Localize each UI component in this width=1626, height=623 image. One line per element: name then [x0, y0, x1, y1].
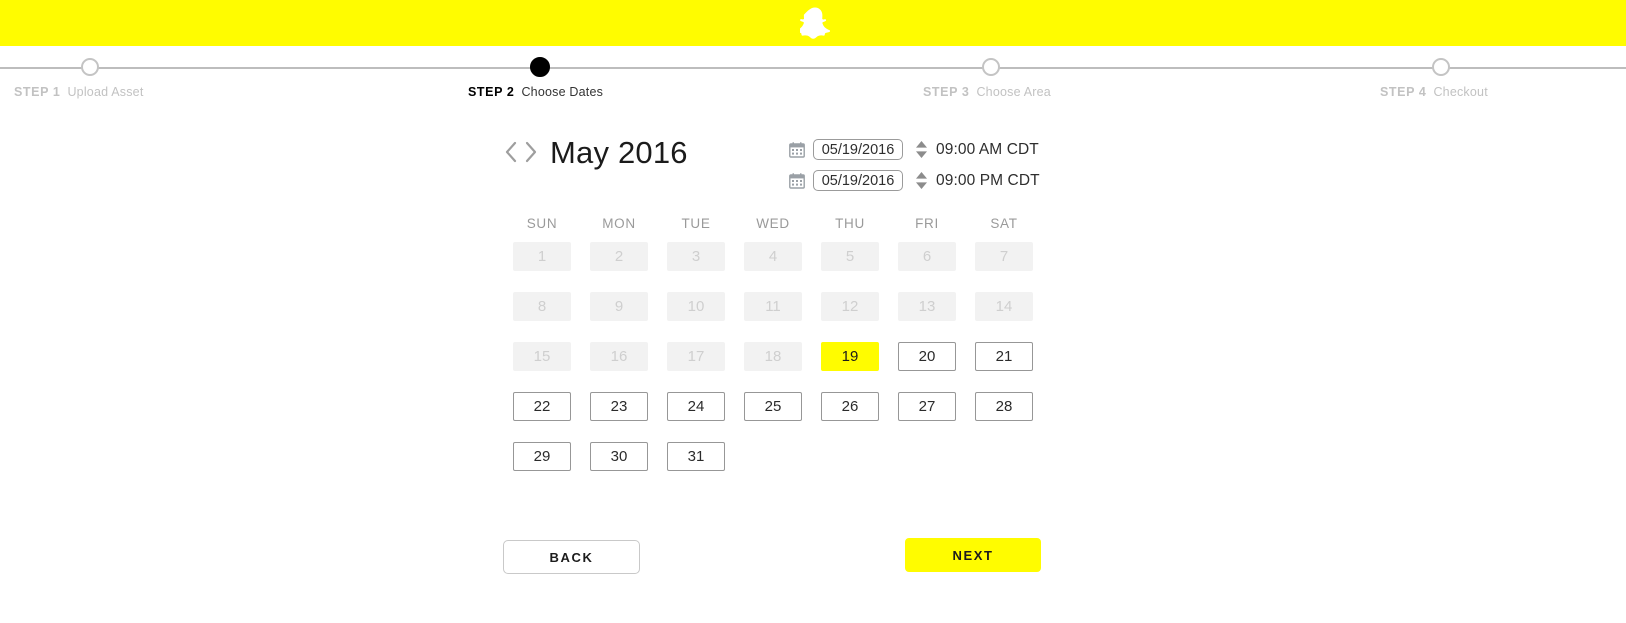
- calendar-day-19[interactable]: 19: [821, 342, 879, 371]
- step-4-number: STEP 4: [1380, 85, 1427, 99]
- step-4-name: Checkout: [1433, 85, 1488, 99]
- weekday-sat: SAT: [990, 216, 1018, 231]
- step-2-number: STEP 2: [468, 85, 515, 99]
- calendar-day-8: 8: [513, 292, 571, 321]
- calendar-week-row: 29 30 31: [513, 442, 1043, 471]
- calendar-day-12: 12: [821, 292, 879, 321]
- calendar-day-23[interactable]: 23: [590, 392, 648, 421]
- brand-bar: [0, 0, 1626, 46]
- calendar-day-16: 16: [590, 342, 648, 371]
- calendar-day-15: 15: [513, 342, 571, 371]
- calendar-day-14: 14: [975, 292, 1033, 321]
- calendar-day-3: 3: [667, 242, 725, 271]
- calendar-header: May 2016: [503, 130, 688, 174]
- calendar-week-row: 15 16 17 18 19 20 21: [513, 342, 1043, 371]
- spinner-up-down-icon[interactable]: [915, 140, 928, 159]
- calendar-day-20[interactable]: 20: [898, 342, 956, 371]
- weekday-sun: SUN: [526, 216, 558, 231]
- calendar-day-26[interactable]: 26: [821, 392, 879, 421]
- calendar-day-17: 17: [667, 342, 725, 371]
- step-1-labels: STEP 1 Upload Asset: [0, 85, 274, 99]
- start-date-input[interactable]: [813, 139, 903, 160]
- end-date-input[interactable]: [813, 170, 903, 191]
- step-1-number: STEP 1: [14, 85, 61, 99]
- step-2-dot: [530, 57, 550, 77]
- weekday-mon: MON: [602, 216, 636, 231]
- step-1-name: Upload Asset: [67, 85, 144, 99]
- month-year-title: May 2016: [550, 134, 688, 170]
- progress-stepper: STEP 1 Upload Asset STEP 2 Choose Dates ST…: [0, 46, 1626, 108]
- step-4-dot: [1432, 58, 1450, 76]
- step-3-labels: STEP 3 Choose Area: [923, 85, 1183, 99]
- panel-footer: BACK NEXT: [0, 530, 1626, 590]
- calendar-weeks: 1 2 3 4 5 6 7 8 9 10 11 12 13 14 15 16 17 18 19 20 21 22 23 24 2…: [513, 242, 1043, 471]
- calendar-icon[interactable]: [789, 172, 805, 189]
- calendar-day-6: 6: [898, 242, 956, 271]
- end-time-text[interactable]: 09:00 PM CDT: [936, 172, 1040, 190]
- calendar-day-7: 7: [975, 242, 1033, 271]
- step-3-number: STEP 3: [923, 85, 970, 99]
- calendar-day-28[interactable]: 28: [975, 392, 1033, 421]
- datetime-picker-block: 09:00 AM CDT: [789, 134, 1040, 196]
- calendar-day-29[interactable]: 29: [513, 442, 571, 471]
- weekday-wed: WED: [756, 216, 790, 231]
- start-datetime-row: 09:00 AM CDT: [789, 134, 1040, 165]
- chevron-right-icon[interactable]: [523, 139, 539, 165]
- calendar-day-2: 2: [590, 242, 648, 271]
- month-nav-arrows: [503, 139, 539, 165]
- chevron-left-icon[interactable]: [503, 139, 519, 165]
- calendar-day-21[interactable]: 21: [975, 342, 1033, 371]
- calendar-day-18: 18: [744, 342, 802, 371]
- step-3-name: Choose Area: [976, 85, 1051, 99]
- weekday-tue: TUE: [681, 216, 711, 231]
- calendar-day-9: 9: [590, 292, 648, 321]
- step-4-labels: STEP 4 Checkout: [1380, 85, 1626, 99]
- calendar-icon[interactable]: [789, 141, 805, 158]
- calendar-day-empty: [975, 442, 1033, 471]
- calendar-day-13: 13: [898, 292, 956, 321]
- calendar-day-empty: [898, 442, 956, 471]
- back-button[interactable]: BACK: [503, 540, 640, 574]
- snapchat-ghost-icon: [796, 6, 831, 40]
- calendar-day-5: 5: [821, 242, 879, 271]
- weekday-header-row: SUN MON TUE WED THU FRI SAT: [513, 216, 1043, 242]
- calendar-week-row: 1234567: [513, 242, 1043, 271]
- end-datetime-row: 09:00 PM CDT: [789, 165, 1040, 196]
- weekday-fri: FRI: [915, 216, 939, 231]
- calendar-day-24[interactable]: 24: [667, 392, 725, 421]
- weekday-thu: THU: [835, 216, 865, 231]
- calendar-week-row: 8 9 10 11 12 13 14: [513, 292, 1043, 321]
- step-1-dot: [81, 58, 99, 76]
- calendar-day-25[interactable]: 25: [744, 392, 802, 421]
- calendar-day-22[interactable]: 22: [513, 392, 571, 421]
- calendar-day-1: 1: [513, 242, 571, 271]
- calendar-day-10: 10: [667, 292, 725, 321]
- calendar-day-empty: [821, 442, 879, 471]
- stepper-track: [0, 67, 1626, 69]
- step-2-labels: STEP 2 Choose Dates: [468, 85, 728, 99]
- spinner-up-down-icon[interactable]: [915, 171, 928, 190]
- calendar-day-4: 4: [744, 242, 802, 271]
- start-time-text[interactable]: 09:00 AM CDT: [936, 141, 1039, 159]
- next-button[interactable]: NEXT: [905, 538, 1041, 572]
- calendar-grid: SUN MON TUE WED THU FRI SAT 1 2 3 4 5 6 7 8 9 10 1…: [513, 216, 1043, 492]
- calendar-week-row: 22 23 24 25 26 27 28: [513, 392, 1043, 421]
- calendar-day-11: 11: [744, 292, 802, 321]
- calendar-day-31[interactable]: 31: [667, 442, 725, 471]
- calendar-day-27[interactable]: 27: [898, 392, 956, 421]
- calendar-day-empty: [744, 442, 802, 471]
- calendar-day-30[interactable]: 30: [590, 442, 648, 471]
- step-2-name: Choose Dates: [521, 85, 604, 99]
- step-3-dot: [982, 58, 1000, 76]
